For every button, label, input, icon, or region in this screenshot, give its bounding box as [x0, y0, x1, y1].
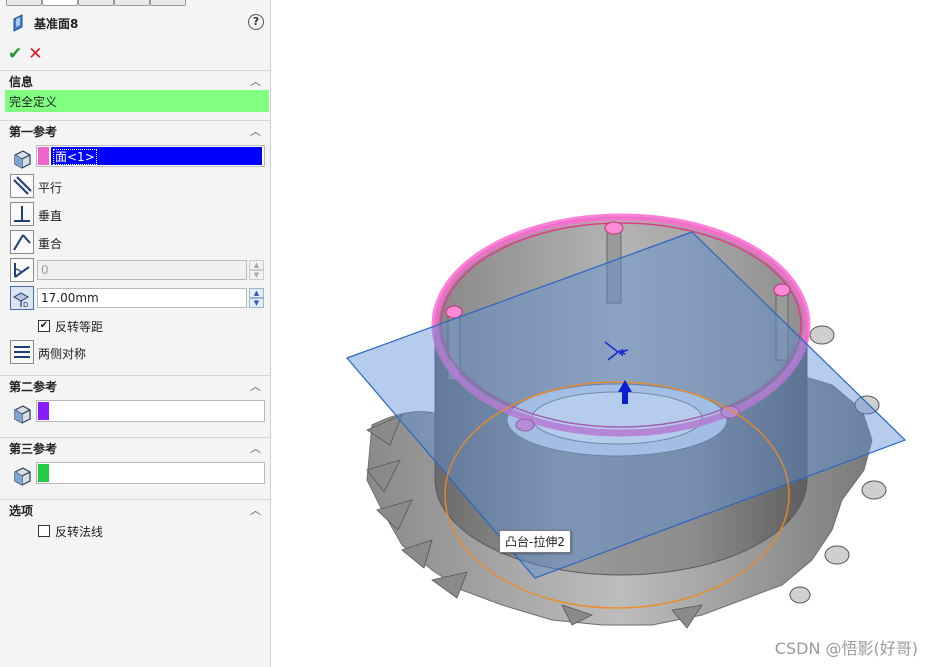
- third-reference-selection-box[interactable]: [36, 462, 265, 484]
- section-title-options: 选项: [9, 504, 34, 518]
- coincident-button[interactable]: [10, 230, 34, 254]
- offset-distance-input[interactable]: 17.00mm: [37, 288, 247, 308]
- reference-color-swatch: [38, 464, 49, 482]
- collapse-chevron-icon[interactable]: ︿: [250, 123, 261, 139]
- section-header-third-reference[interactable]: 第三参考 ︿: [0, 437, 271, 457]
- perpendicular-label: 垂直: [38, 209, 63, 223]
- face-reference-icon: [14, 150, 31, 169]
- section-title-info: 信息: [9, 75, 34, 89]
- plane-feature-icon: [13, 14, 23, 32]
- tab-configuration-manager[interactable]: [78, 0, 114, 6]
- symmetric-icon: [14, 346, 30, 358]
- first-reference-selection-box[interactable]: 面<1>: [36, 145, 265, 167]
- reference-color-swatch: [38, 147, 49, 165]
- face-reference-icon: [14, 467, 31, 486]
- property-manager-panel: 基准面8 ? ✔ ✕ 信息 ︿ 完全定义 第一参考 ︿ 面<1> 平行 垂直 重…: [0, 0, 271, 667]
- ok-check-icon[interactable]: ✔: [8, 44, 22, 64]
- section-header-first-reference[interactable]: 第一参考 ︿: [0, 120, 271, 140]
- reverse-offset-checkbox[interactable]: ✔: [38, 320, 50, 332]
- spin-down-icon[interactable]: ▼: [249, 298, 264, 308]
- reverse-offset-label: 反转等距: [55, 320, 104, 334]
- reference-color-swatch: [38, 402, 49, 420]
- offset-distance-button[interactable]: D: [10, 286, 34, 310]
- feature-title-row: 基准面8 ?: [10, 14, 265, 32]
- mid-plane-button[interactable]: [10, 340, 34, 364]
- offset-distance-icon: D: [12, 292, 30, 309]
- flip-normal-checkbox[interactable]: [38, 525, 50, 537]
- svg-text:D: D: [23, 301, 28, 309]
- panel-tabs: [0, 0, 271, 6]
- parallel-icon: [13, 176, 32, 195]
- section-title-second-reference: 第二参考: [9, 380, 58, 394]
- feature-title: 基准面8: [34, 17, 79, 31]
- tab-property-manager[interactable]: [42, 0, 78, 6]
- watermark: CSDN @悟影(好哥): [774, 639, 918, 658]
- tab-feature-manager[interactable]: [6, 0, 42, 6]
- model-scene: ✱: [345, 213, 907, 629]
- section-title-first-reference: 第一参考: [9, 125, 58, 139]
- section-header-options[interactable]: 选项 ︿: [0, 499, 271, 519]
- spin-down-icon[interactable]: ▼: [249, 270, 264, 280]
- spin-up-icon[interactable]: ▲: [249, 288, 264, 298]
- perpendicular-button[interactable]: [10, 202, 34, 226]
- spin-up-icon[interactable]: ▲: [249, 260, 264, 270]
- status-message: 完全定义: [5, 90, 269, 112]
- collapse-chevron-icon[interactable]: ︿: [250, 73, 261, 89]
- offset-spinner[interactable]: ▲ ▼: [249, 288, 264, 308]
- section-title-third-reference: 第三参考: [9, 442, 58, 456]
- face-reference-icon: [14, 405, 31, 424]
- parallel-label: 平行: [38, 181, 63, 195]
- section-header-second-reference[interactable]: 第二参考 ︿: [0, 375, 271, 395]
- help-icon[interactable]: ?: [248, 14, 264, 30]
- flip-normal-label: 反转法线: [55, 525, 104, 539]
- second-reference-selection-box[interactable]: [36, 400, 265, 422]
- tab-dimxpert[interactable]: [114, 0, 150, 6]
- cancel-x-icon[interactable]: ✕: [28, 44, 42, 64]
- collapse-chevron-icon[interactable]: ︿: [250, 378, 261, 394]
- at-angle-button[interactable]: [10, 258, 34, 282]
- selected-reference-item[interactable]: 面<1>: [51, 147, 262, 165]
- perpendicular-icon: [14, 206, 30, 222]
- coincident-icon: [13, 234, 31, 251]
- collapse-chevron-icon[interactable]: ︿: [250, 502, 261, 518]
- section-header-info[interactable]: 信息 ︿: [0, 70, 271, 90]
- collapse-chevron-icon[interactable]: ︿: [250, 440, 261, 456]
- graphics-viewport[interactable]: ✱ 凸台-拉伸2 CSDN @悟影(好哥): [272, 0, 932, 667]
- svg-text:✱: ✱: [618, 348, 626, 359]
- angle-spinner[interactable]: ▲ ▼: [249, 260, 264, 280]
- parallel-button[interactable]: [10, 174, 34, 198]
- solidworks-window: 基准面8 ? ✔ ✕ 信息 ︿ 完全定义 第一参考 ︿ 面<1> 平行 垂直 重…: [0, 0, 932, 667]
- coincident-label: 重合: [38, 237, 63, 251]
- symmetric-label: 两侧对称: [38, 347, 87, 361]
- tab-display-manager[interactable]: [150, 0, 186, 6]
- angle-icon: [14, 263, 30, 278]
- ok-cancel-group: ✔ ✕: [8, 44, 43, 64]
- angle-input[interactable]: 0: [37, 260, 247, 280]
- feature-tooltip: 凸台-拉伸2: [499, 530, 571, 553]
